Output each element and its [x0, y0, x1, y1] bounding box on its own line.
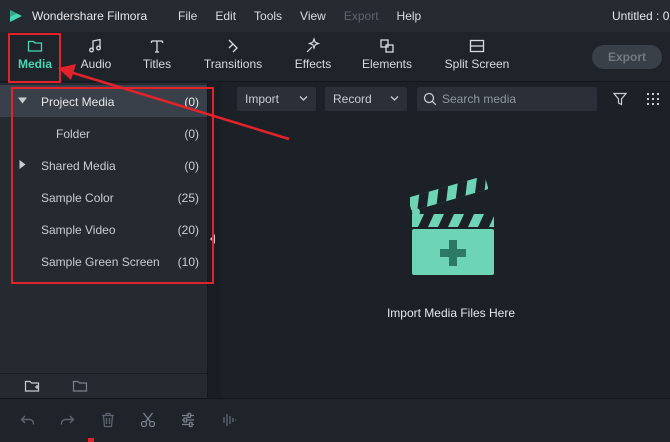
app-name: Wondershare Filmora: [32, 9, 148, 23]
transitions-icon: [224, 37, 242, 55]
export-button[interactable]: Export: [592, 45, 662, 69]
tab-titles[interactable]: Titles: [137, 32, 177, 82]
search-box: [417, 87, 597, 111]
menu-tools[interactable]: Tools: [254, 9, 282, 23]
filter-icon[interactable]: [612, 91, 628, 107]
menu-view[interactable]: View: [300, 9, 326, 23]
undo-icon[interactable]: [19, 411, 37, 429]
tab-audio[interactable]: Audio: [76, 32, 116, 82]
import-dropdown[interactable]: Import: [237, 87, 316, 111]
redo-icon[interactable]: [58, 411, 76, 429]
sidebar-footer: [0, 373, 207, 398]
tab-effects-label: Effects: [294, 57, 332, 71]
music-note-icon: [87, 37, 105, 55]
import-media-hint: Import Media Files Here: [386, 306, 516, 320]
tab-elements-label: Elements: [361, 57, 413, 71]
menu-export[interactable]: Export: [344, 9, 379, 23]
search-icon: [423, 92, 437, 106]
module-tabs: Media Audio Titles Transitions Effects E…: [0, 32, 670, 82]
tab-elements[interactable]: Elements: [358, 32, 416, 82]
tab-transitions-label: Transitions: [203, 57, 263, 71]
chevron-down-icon: [390, 96, 399, 101]
new-folder-icon[interactable]: [24, 378, 40, 394]
tab-audio-label: Audio: [80, 57, 112, 71]
playhead-marker[interactable]: [88, 438, 94, 442]
filmora-window: Wondershare Filmora File Edit Tools View…: [0, 0, 670, 442]
effects-icon: [304, 37, 322, 55]
search-input[interactable]: [442, 90, 592, 108]
filmora-logo-icon: [10, 10, 22, 22]
title-bar: Wondershare Filmora File Edit Tools View…: [0, 0, 670, 32]
menu-file[interactable]: File: [178, 9, 197, 23]
folder-icon[interactable]: [72, 378, 88, 394]
split-screen-icon: [468, 37, 486, 55]
delete-icon[interactable]: [99, 411, 117, 429]
cut-icon[interactable]: [139, 411, 157, 429]
media-panel: Import Record Search media Import Media …: [221, 83, 670, 398]
adjust-icon[interactable]: [179, 411, 197, 429]
import-dropdown-label: Import: [245, 92, 280, 106]
document-title: Untitled : 0: [612, 9, 670, 23]
tab-effects[interactable]: Effects: [290, 32, 336, 82]
tab-transitions[interactable]: Transitions: [200, 32, 266, 82]
text-t-icon: [148, 37, 166, 55]
menu-edit[interactable]: Edit: [215, 9, 236, 23]
record-dropdown[interactable]: Record: [325, 87, 407, 111]
menu-bar: File Edit Tools View Export Help: [178, 9, 439, 23]
highlight-box-media-tab: [8, 33, 61, 83]
grid-view-icon[interactable]: [646, 92, 660, 106]
elements-icon: [378, 37, 396, 55]
highlight-box-sidebar: [11, 87, 214, 284]
media-toolbar: Import Record: [221, 83, 670, 115]
tab-titles-label: Titles: [142, 57, 172, 71]
menu-help[interactable]: Help: [397, 9, 422, 23]
record-dropdown-label: Record: [333, 92, 372, 106]
clapperboard-icon[interactable]: [410, 178, 496, 278]
timeline-toolbar: [0, 398, 670, 442]
tab-split-screen-label: Split Screen: [444, 57, 510, 71]
tab-split-screen[interactable]: Split Screen: [440, 32, 514, 82]
audio-waveform-icon[interactable]: [219, 411, 237, 429]
chevron-down-icon: [299, 96, 308, 101]
